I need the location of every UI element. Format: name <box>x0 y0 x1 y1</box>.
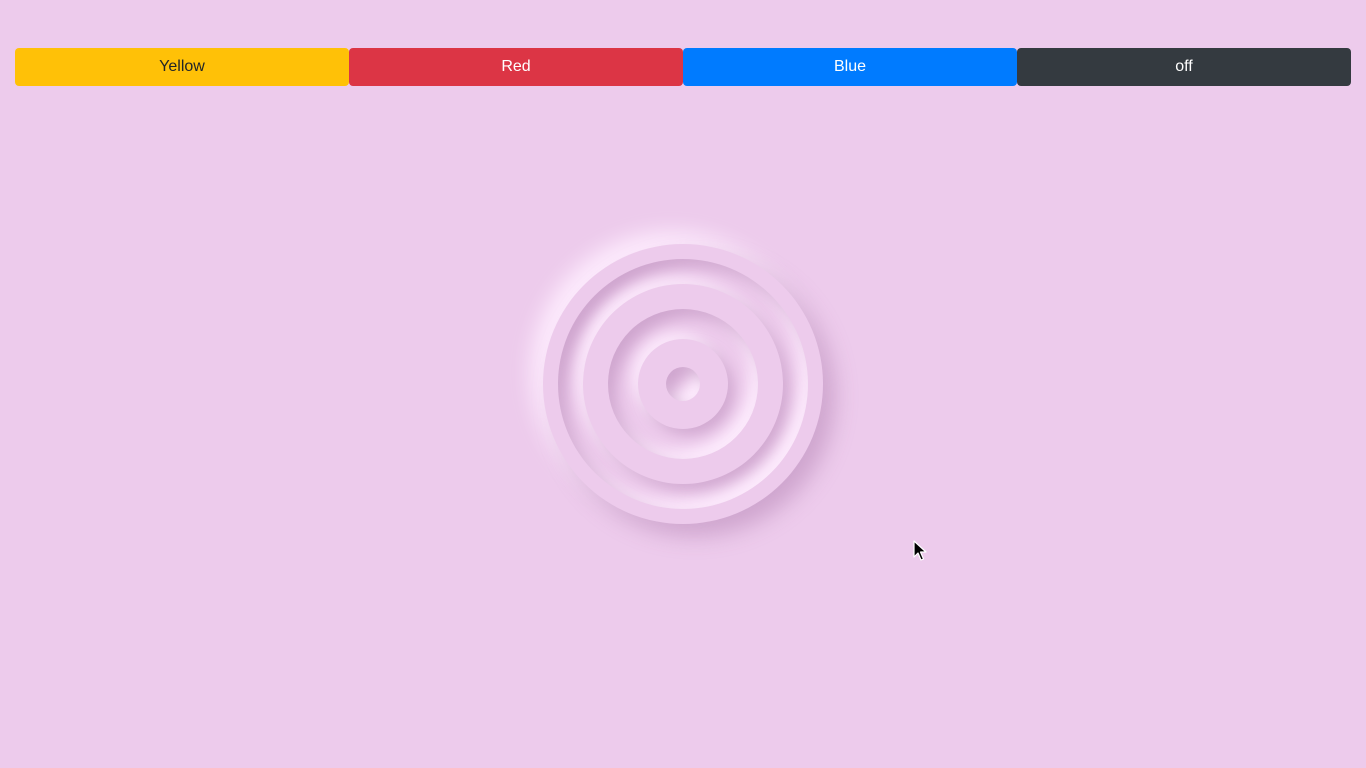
lamp-center-dot <box>666 367 700 401</box>
color-toolbar: Yellow Red Blue off <box>15 48 1351 86</box>
mouse-pointer-icon <box>913 540 927 561</box>
concentric-rings-lamp-icon <box>543 244 823 524</box>
off-button[interactable]: off <box>1017 48 1351 86</box>
blue-button[interactable]: Blue <box>683 48 1017 86</box>
yellow-button[interactable]: Yellow <box>15 48 349 86</box>
red-button[interactable]: Red <box>349 48 683 86</box>
